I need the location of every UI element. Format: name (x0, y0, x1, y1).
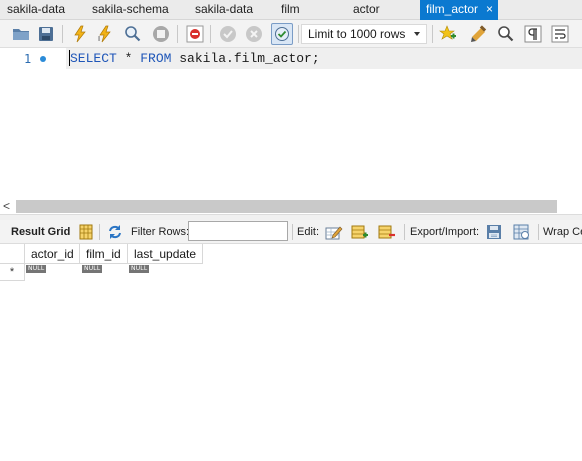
tab-film-actor[interactable]: film_actor × (420, 0, 498, 20)
scroll-left-icon[interactable]: < (3, 199, 10, 213)
current-line[interactable]: SELECT * FROM sakila.film_actor; (66, 48, 582, 69)
import-icon[interactable] (513, 223, 531, 241)
line-number: 1 (24, 52, 32, 66)
explain-icon[interactable] (122, 23, 144, 45)
null-cell-last-update[interactable]: NULL (129, 265, 150, 273)
wrap-cell-content-label[interactable]: Wrap Ce (543, 226, 582, 238)
null-cell-film-id[interactable]: NULL (82, 265, 103, 273)
tab-label: sakila-data (195, 2, 254, 16)
edit-row-icon[interactable] (325, 223, 343, 241)
chevron-down-icon (414, 32, 420, 36)
tab-label: sakila-data (7, 2, 66, 16)
autocommit-icon[interactable] (271, 23, 293, 45)
execute-icon[interactable] (69, 23, 91, 45)
open-folder-icon[interactable] (10, 23, 32, 45)
statement-marker-icon (40, 56, 46, 62)
result-toolbar: Result Grid Filter Rows: Edit: Export/Im… (0, 220, 582, 244)
sql-statement: SELECT * FROM sakila.film_actor; (70, 51, 320, 66)
refresh-icon[interactable] (106, 223, 124, 241)
sql-table-ref: sakila.film_actor; (171, 51, 320, 66)
query-tab-bar: sakila-data sakila-schema sakila-data fi… (0, 0, 582, 20)
tab-sakila-schema[interactable]: sakila-schema (92, 0, 169, 20)
sql-keyword-select: SELECT (70, 51, 117, 66)
svg-text:I: I (98, 35, 100, 43)
filter-rows-label: Filter Rows: (131, 226, 190, 238)
filter-rows-input[interactable] (188, 221, 288, 241)
export-icon[interactable] (486, 223, 504, 241)
delete-row-icon[interactable] (378, 223, 396, 241)
grid-view-icon[interactable] (77, 223, 95, 241)
new-row-marker[interactable]: * (0, 264, 25, 281)
result-grid[interactable]: actor_id film_id last_update * NULL NULL… (0, 244, 582, 461)
editor-gutter: 1 (0, 48, 66, 198)
limit-rows-value: Limit to 1000 rows (308, 27, 406, 41)
tab-sakila-data-1[interactable]: sakila-data (7, 0, 65, 20)
find-icon[interactable] (495, 23, 517, 45)
add-row-icon[interactable] (351, 223, 369, 241)
export-import-label: Export/Import: (410, 226, 480, 238)
stop-on-error-icon[interactable] (184, 23, 206, 45)
save-icon[interactable] (35, 23, 57, 45)
sql-star: * (116, 51, 141, 66)
tab-label: film (281, 2, 300, 16)
column-header-last-update[interactable]: last_update (128, 244, 203, 264)
close-tab-icon[interactable]: × (486, 0, 493, 19)
result-grid-label[interactable]: Result Grid (11, 226, 70, 238)
rollback-icon[interactable] (243, 23, 265, 45)
tab-sakila-data-2[interactable]: sakila-data (195, 0, 253, 20)
add-snippet-icon[interactable] (437, 23, 459, 45)
word-wrap-icon[interactable] (549, 23, 571, 45)
invisible-chars-icon[interactable] (522, 23, 544, 45)
tab-label: film_actor (426, 2, 479, 16)
tab-label: actor (353, 2, 380, 16)
editor-horizontal-scrollbar[interactable]: < (0, 198, 582, 214)
beautify-icon[interactable] (468, 23, 490, 45)
sql-editor-toolbar: I Limit to 1000 rows (0, 20, 582, 48)
execute-current-icon[interactable]: I (94, 23, 116, 45)
tab-film[interactable]: film (281, 0, 300, 20)
grid-corner[interactable] (0, 244, 25, 264)
tab-label: sakila-schema (92, 2, 169, 16)
scrollbar-thumb[interactable] (16, 200, 557, 213)
column-header-film-id[interactable]: film_id (80, 244, 128, 264)
stop-icon[interactable] (150, 23, 172, 45)
sql-keyword-from: FROM (140, 51, 172, 66)
tab-actor[interactable]: actor (353, 0, 380, 20)
edit-label: Edit: (297, 226, 320, 238)
sql-editor[interactable]: 1 SELECT * FROM sakila.film_actor; (0, 48, 582, 198)
column-header-actor-id[interactable]: actor_id (25, 244, 80, 264)
limit-rows-select[interactable]: Limit to 1000 rows (301, 24, 427, 44)
null-cell-actor-id[interactable]: NULL (26, 265, 47, 273)
commit-icon[interactable] (217, 23, 239, 45)
